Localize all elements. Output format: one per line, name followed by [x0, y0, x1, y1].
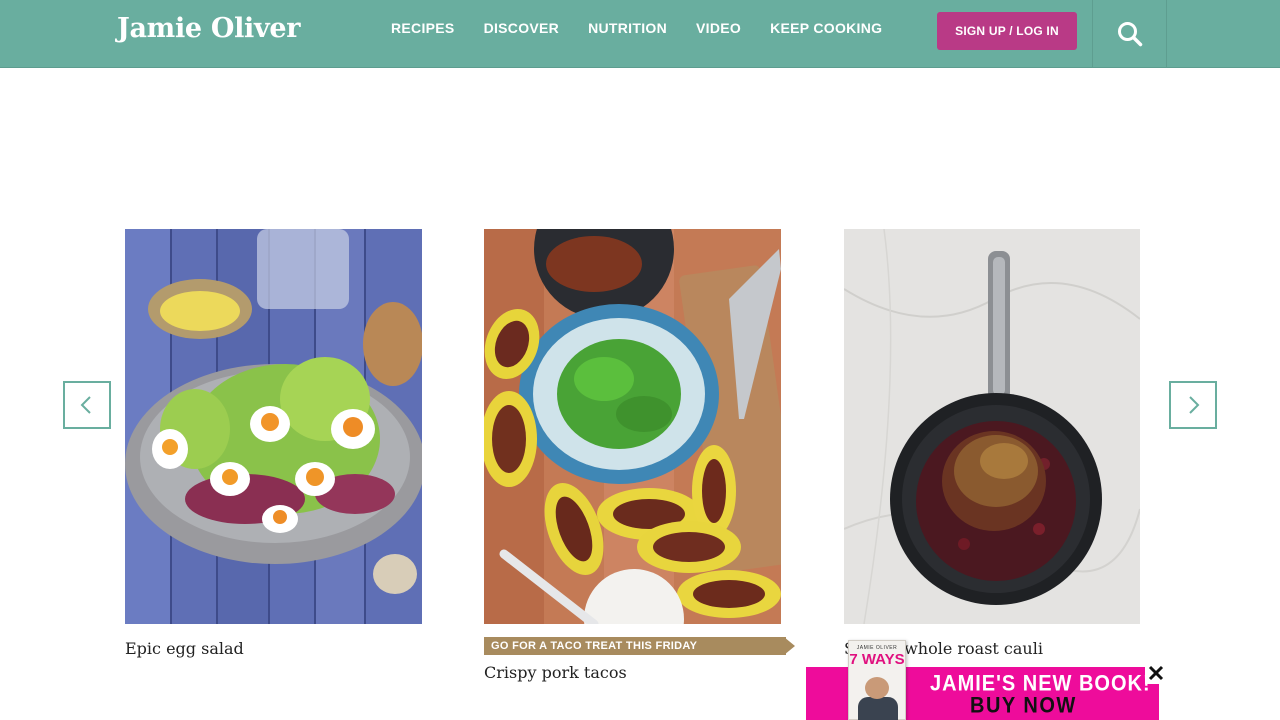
- recipe-card[interactable]: Epic egg salad: [125, 229, 422, 658]
- nav-recipes[interactable]: RECIPES: [391, 20, 455, 36]
- book-cover-title: 7 WAYS: [849, 651, 905, 668]
- ad-close-button[interactable]: [1145, 662, 1167, 684]
- nav-video[interactable]: VIDEO: [696, 20, 741, 36]
- site-logo[interactable]: Jamie Oliver: [117, 13, 301, 44]
- nav-nutrition[interactable]: NUTRITION: [588, 20, 667, 36]
- recipe-card-tag: GO FOR A TACO TREAT THIS FRIDAY: [484, 637, 795, 655]
- recipe-card-tag-text: GO FOR A TACO TREAT THIS FRIDAY: [491, 640, 698, 652]
- recipe-card-title[interactable]: Crispy pork tacos: [484, 663, 781, 682]
- nav-discover[interactable]: DISCOVER: [484, 20, 560, 36]
- pork-tacos-photo[interactable]: [484, 229, 781, 624]
- carousel-prev-button[interactable]: [63, 381, 111, 429]
- search-button[interactable]: [1093, 0, 1167, 68]
- close-icon: [1148, 665, 1164, 681]
- ad-buy-now[interactable]: BUY NOW: [970, 694, 1077, 719]
- signup-login-button[interactable]: SIGN UP / LOG IN: [937, 12, 1077, 50]
- nav-keep-cooking[interactable]: KEEP COOKING: [770, 20, 882, 36]
- chevron-right-icon: [1189, 396, 1200, 414]
- header-divider: [1166, 0, 1167, 68]
- recipe-card-title[interactable]: Epic egg salad: [125, 639, 422, 658]
- recipe-card[interactable]: GO FOR A TACO TREAT THIS FRIDAY Crispy p…: [484, 229, 795, 682]
- site-header: Jamie Oliver RECIPES DISCOVER NUTRITION …: [0, 0, 1280, 68]
- carousel-next-button[interactable]: [1169, 381, 1217, 429]
- chevron-left-icon: [80, 396, 91, 414]
- recipe-card[interactable]: Spiced whole roast cauli: [844, 229, 1141, 658]
- roast-cauliflower-photo[interactable]: [844, 229, 1141, 624]
- main-nav: RECIPES DISCOVER NUTRITION VIDEO KEEP CO…: [391, 20, 911, 36]
- egg-salad-photo[interactable]: [125, 229, 422, 624]
- book-cover-image[interactable]: JAMIE OLIVER 7 WAYS: [848, 640, 906, 720]
- search-icon: [1118, 22, 1143, 47]
